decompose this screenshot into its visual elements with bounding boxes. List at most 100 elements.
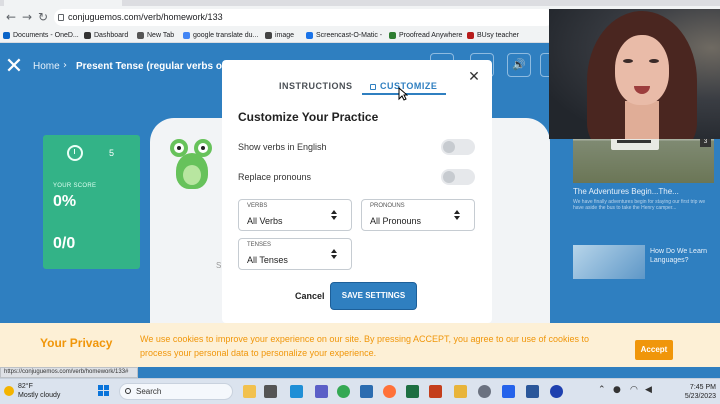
- word-icon[interactable]: [526, 385, 539, 398]
- bookmark-image[interactable]: image: [265, 28, 294, 43]
- tenses-select-caption: TENSES: [247, 242, 272, 248]
- sound-icon: 🔊: [512, 58, 526, 71]
- teams-icon[interactable]: [315, 385, 328, 398]
- video-description: We have finally adventures begin for sta…: [573, 199, 706, 211]
- sound-button[interactable]: 🔊: [507, 53, 531, 77]
- verbs-select-caption: VERBS: [247, 203, 268, 209]
- option-replace-pronouns-label: Replace pronouns: [238, 172, 312, 182]
- task-view-icon[interactable]: [264, 385, 277, 398]
- dashboard-icon: [84, 32, 91, 39]
- cookie-title: Your Privacy: [40, 336, 113, 350]
- camera-icon[interactable]: [550, 385, 563, 398]
- weather-temp: 82°F: [18, 383, 33, 390]
- system-clock[interactable]: 7:45 PM 5/23/2023: [664, 383, 716, 401]
- article-title[interactable]: How Do We Learn Languages?: [650, 247, 710, 265]
- snipping-icon[interactable]: [502, 385, 515, 398]
- breadcrumb-home[interactable]: Home: [33, 61, 60, 72]
- chevron-up-icon[interactable]: ⌃: [598, 385, 606, 395]
- pronouns-select-value: All Pronouns: [370, 216, 422, 226]
- sort-arrows-icon: [454, 210, 460, 220]
- toggle-show-verbs-english[interactable]: [441, 139, 475, 155]
- firefox-icon[interactable]: [383, 385, 396, 398]
- busy-teacher-icon: [467, 32, 474, 39]
- wifi-icon[interactable]: ◠: [630, 385, 638, 395]
- tenses-select[interactable]: TENSES All Tenses: [238, 238, 352, 270]
- cookie-banner: Your Privacy We use cookies to improve y…: [0, 323, 720, 367]
- clock-time: 7:45 PM: [689, 384, 716, 391]
- sort-arrows-icon: [331, 210, 337, 220]
- verbs-select[interactable]: VERBS All Verbs: [238, 199, 352, 231]
- microphone-icon[interactable]: ●: [613, 385, 621, 395]
- bookmark-screencast[interactable]: Screencast-O-Matic -: [306, 28, 382, 43]
- start-button[interactable]: [98, 385, 110, 397]
- article-thumbnail[interactable]: [573, 245, 645, 279]
- url-input[interactable]: conjuguemos.com/verb/homework/133: [54, 9, 554, 26]
- weather-widget[interactable]: 82°F Mostly cloudy: [4, 383, 72, 403]
- bookmark-documents[interactable]: Documents - OneD...: [3, 28, 79, 43]
- google-icon: [183, 32, 190, 39]
- proofread-icon: [389, 32, 396, 39]
- timer-count: 5: [109, 148, 115, 158]
- image-icon: [265, 32, 272, 39]
- status-url: https://conjuguemos.com/verb/homework/13…: [0, 367, 138, 378]
- screencast-icon: [306, 32, 313, 39]
- mouse-cursor-icon: [398, 87, 408, 101]
- tenses-select-value: All Tenses: [247, 255, 288, 265]
- cancel-button[interactable]: Cancel: [295, 291, 325, 301]
- accept-cookies-button[interactable]: Accept: [635, 340, 673, 360]
- excel-icon[interactable]: [406, 385, 419, 398]
- onedrive-icon: [3, 32, 10, 39]
- bookmark-busy-teacher[interactable]: BUsy teacher: [467, 28, 519, 43]
- save-settings-button[interactable]: SAVE SETTINGS: [330, 282, 417, 310]
- taskbar: 82°F Mostly cloudy Search ⌃ ● ◠ ◀ 7:45 P…: [0, 378, 720, 404]
- cookie-text: We use cookies to improve your experienc…: [140, 334, 590, 358]
- frog-mascot: [168, 135, 216, 193]
- lock-icon: [370, 84, 376, 90]
- close-practice-icon[interactable]: ✕: [4, 56, 24, 78]
- forward-icon[interactable]: →: [20, 10, 34, 24]
- lock-icon: [58, 14, 64, 21]
- toggle-replace-pronouns[interactable]: [441, 169, 475, 185]
- reload-icon[interactable]: ↻: [36, 10, 50, 24]
- powerpoint-icon[interactable]: [429, 385, 442, 398]
- video-title[interactable]: The Adventures Begin...The...: [573, 187, 679, 196]
- clock-date: 5/23/2023: [684, 393, 716, 400]
- file-explorer-icon[interactable]: [243, 385, 256, 398]
- edge-icon[interactable]: [290, 385, 303, 398]
- back-icon[interactable]: ←: [4, 10, 18, 24]
- score-fraction: 0/0: [53, 235, 76, 252]
- new-tab-icon: [137, 32, 144, 39]
- modal-close-icon[interactable]: ✕: [466, 69, 482, 85]
- verbs-select-value: All Verbs: [247, 216, 283, 226]
- weather-desc: Mostly cloudy: [18, 392, 61, 399]
- settings-icon[interactable]: [478, 385, 491, 398]
- breadcrumb-current: Present Tense (regular verbs on: [76, 61, 229, 72]
- score-card: 5 YOUR SCORE 0% 0/0: [43, 135, 140, 269]
- chrome-icon[interactable]: [337, 385, 350, 398]
- bookmark-proofread[interactable]: Proofread Anywhere: [389, 28, 462, 43]
- score-percent: 0%: [53, 193, 77, 210]
- breadcrumb-separator: ›: [63, 60, 67, 71]
- cloudy-weather-icon: [4, 386, 14, 396]
- toggle-knob: [443, 141, 455, 153]
- bookmark-dashboard[interactable]: Dashboard: [84, 28, 128, 43]
- bookmark-new-tab[interactable]: New Tab: [137, 28, 174, 43]
- pronouns-select[interactable]: PRONOUNS All Pronouns: [361, 199, 475, 231]
- option-show-verbs-label: Show verbs in English: [238, 142, 327, 152]
- bookmark-google-translate[interactable]: google translate du...: [183, 28, 258, 43]
- search-icon: [125, 388, 131, 394]
- url-text: conjuguemos.com/verb/homework/133: [68, 12, 223, 22]
- timer-icon: [67, 145, 83, 161]
- store-icon[interactable]: [360, 385, 373, 398]
- practice-letter: S: [216, 261, 222, 270]
- volume-icon[interactable]: ◀: [645, 385, 652, 395]
- tab-instructions[interactable]: INSTRUCTIONS: [279, 81, 353, 91]
- webcam-overlay: [549, 9, 720, 139]
- sort-arrows-icon: [331, 249, 337, 259]
- taskbar-search[interactable]: Search: [119, 383, 233, 400]
- folder-icon[interactable]: [454, 385, 467, 398]
- modal-title: Customize Your Practice: [238, 110, 379, 124]
- toggle-knob: [443, 171, 455, 183]
- score-label: YOUR SCORE: [53, 183, 97, 189]
- customize-modal: INSTRUCTIONS CUSTOMIZE ✕ Customize Your …: [222, 60, 492, 323]
